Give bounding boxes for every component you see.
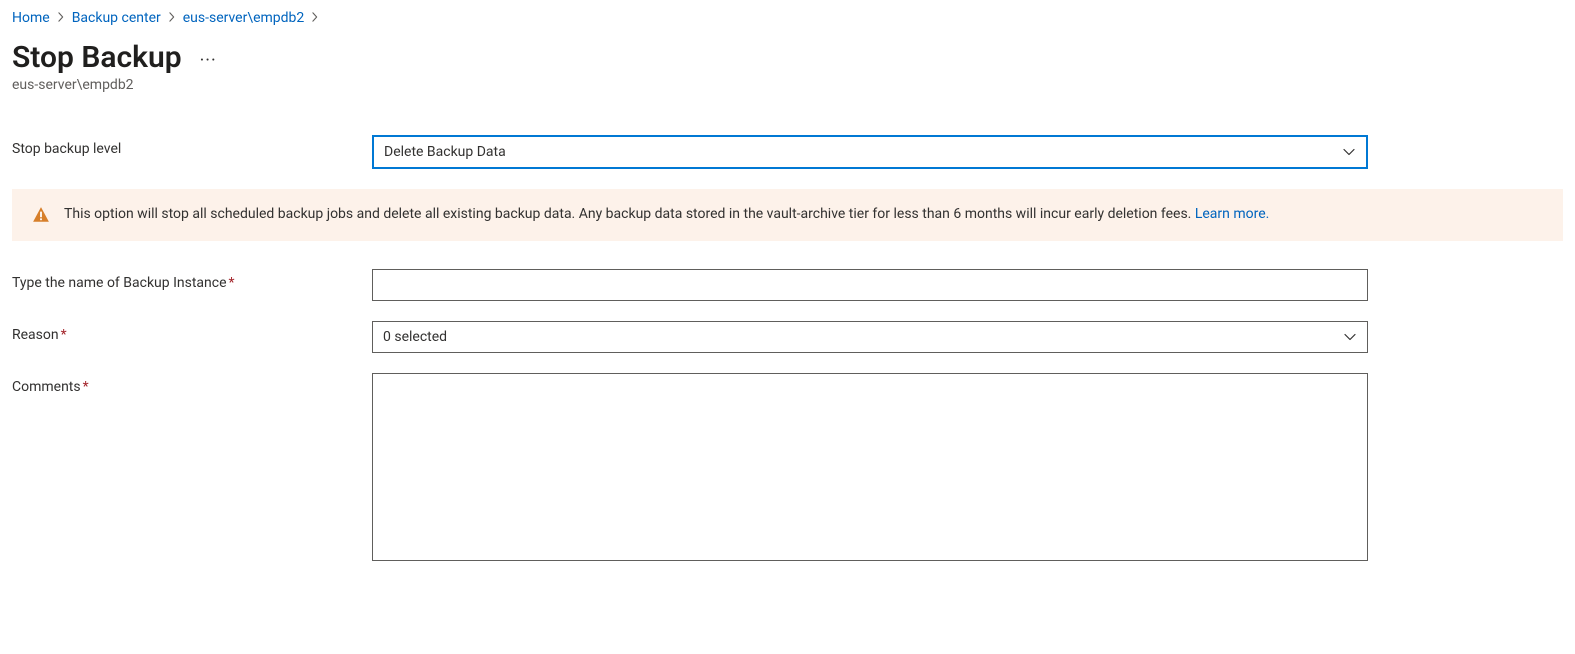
required-indicator: *	[83, 379, 89, 395]
warning-message: This option will stop all scheduled back…	[64, 206, 1195, 222]
stop-backup-level-value: Delete Backup Data	[384, 144, 1342, 160]
comments-textarea[interactable]	[372, 373, 1368, 561]
instance-name-input[interactable]	[372, 269, 1368, 301]
warning-alert: This option will stop all scheduled back…	[12, 189, 1563, 241]
warning-icon	[32, 206, 50, 224]
comments-label: Comments*	[12, 373, 372, 395]
page-subtitle: eus-server\empdb2	[12, 77, 1563, 93]
reason-value: 0 selected	[383, 329, 1343, 345]
required-indicator: *	[61, 327, 67, 343]
chevron-right-icon	[167, 11, 177, 26]
stop-backup-level-label: Stop backup level	[12, 135, 372, 157]
more-actions-button[interactable]: ···	[200, 44, 217, 71]
breadcrumb: Home Backup center eus-server\empdb2	[12, 10, 1563, 26]
breadcrumb-home-link[interactable]: Home	[12, 10, 50, 26]
chevron-right-icon	[56, 11, 66, 26]
breadcrumb-resource-link[interactable]: eus-server\empdb2	[183, 10, 305, 26]
chevron-down-icon	[1343, 330, 1357, 344]
reason-dropdown[interactable]: 0 selected	[372, 321, 1368, 353]
stop-backup-level-dropdown[interactable]: Delete Backup Data	[372, 135, 1368, 169]
instance-name-label: Type the name of Backup Instance*	[12, 269, 372, 291]
chevron-down-icon	[1342, 145, 1356, 159]
page-title: Stop Backup	[12, 40, 182, 75]
warning-text: This option will stop all scheduled back…	[64, 205, 1269, 225]
breadcrumb-backup-center-link[interactable]: Backup center	[72, 10, 161, 26]
reason-label: Reason*	[12, 321, 372, 343]
required-indicator: *	[229, 275, 235, 291]
learn-more-link[interactable]: Learn more.	[1195, 206, 1270, 222]
title-row: Stop Backup ···	[12, 40, 1563, 75]
chevron-right-icon	[310, 11, 320, 26]
